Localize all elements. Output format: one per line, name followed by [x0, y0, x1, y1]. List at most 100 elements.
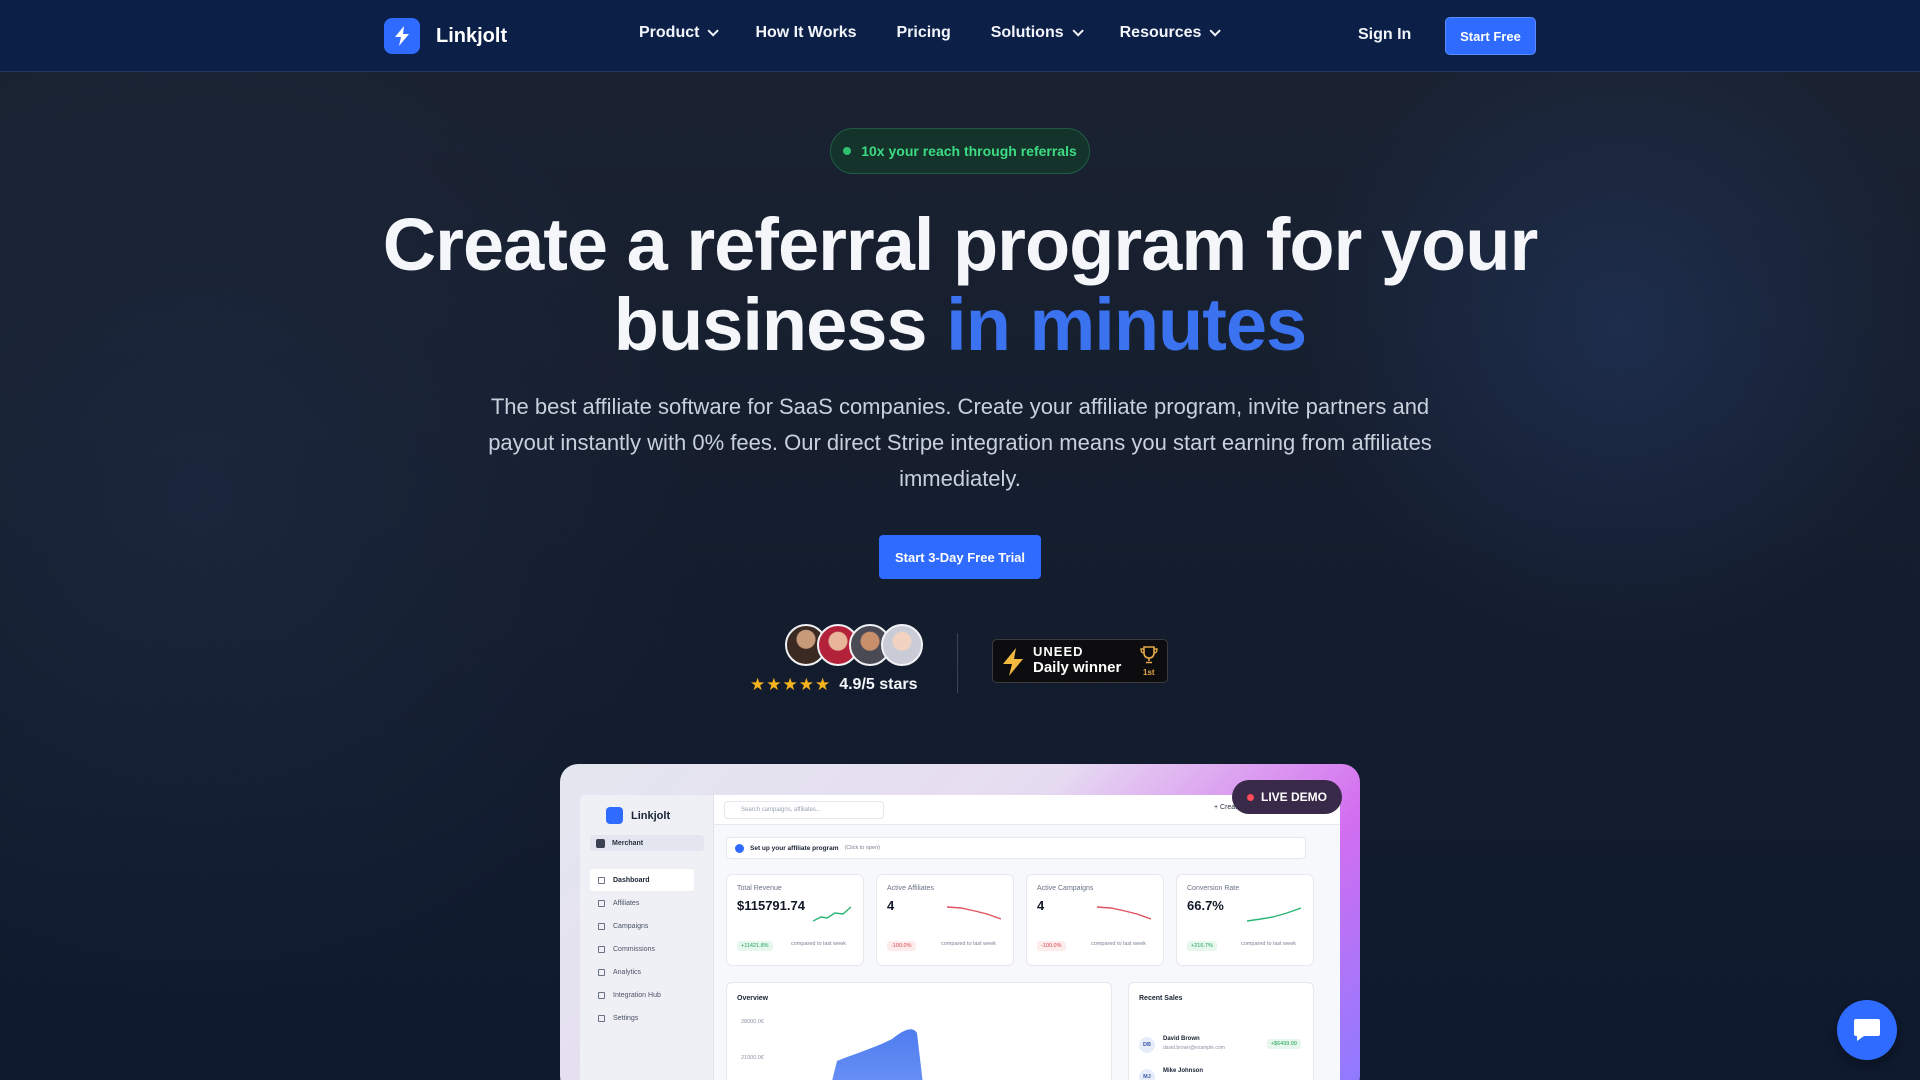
chat-launcher-button[interactable]	[1837, 1000, 1897, 1060]
stat-label: Active Campaigns	[1037, 885, 1094, 892]
list-item[interactable]: MJ Mike Johnson	[1139, 1067, 1305, 1080]
badge-brand: UNEED	[1033, 644, 1084, 659]
chevron-down-icon	[1209, 25, 1222, 37]
uneed-daily-winner-badge[interactable]: UNEED Daily winner 1st	[992, 639, 1168, 683]
sparkline-up	[1247, 907, 1301, 922]
setup-banner[interactable]: Set up your affiliate program (Click to …	[726, 837, 1306, 859]
headline-line2: business	[613, 283, 947, 366]
sparkline-up	[813, 906, 851, 922]
demo-brand-name: Linkjolt	[631, 809, 671, 822]
sidebar-item-dashboard[interactable]: Dashboard	[590, 869, 694, 891]
users-icon	[598, 899, 605, 907]
y-axis-label: 21000.0€	[741, 1055, 764, 1061]
lightning-bolt-icon	[606, 807, 623, 824]
stat-compare: compared to last week	[791, 941, 847, 947]
dollar-icon	[598, 945, 605, 953]
avatar: DB	[1139, 1037, 1155, 1053]
stat-compare: compared to last week	[1091, 941, 1147, 947]
brand-name: Linkjolt	[436, 24, 508, 47]
sidebar-item-label: Analytics	[613, 968, 642, 976]
nav-resources[interactable]: Resources	[1120, 24, 1222, 42]
hero-subtext: The best affiliate software for SaaS com…	[488, 394, 1432, 491]
gear-icon	[598, 1014, 605, 1022]
info-icon	[735, 843, 744, 853]
trophy-icon	[1140, 646, 1158, 664]
stat-label: Active Affiliates	[887, 885, 934, 892]
nav-product-label: Product	[639, 24, 700, 41]
sale-amount: +$6499.99	[1266, 1039, 1301, 1049]
dashboard-preview[interactable]: Linkjolt Merchant Dashboard Affiliates C…	[580, 795, 1340, 1080]
setup-title: Set up your affiliate program	[750, 844, 839, 852]
badge-rank: 1st	[1143, 668, 1155, 677]
sidebar-item-label: Campaigns	[613, 922, 649, 930]
nav-pricing-label: Pricing	[896, 24, 951, 41]
nav-product[interactable]: Product	[639, 24, 720, 42]
sidebar-item-analytics[interactable]: Analytics	[590, 961, 694, 983]
live-demo-badge[interactable]: LIVE DEMO	[1232, 780, 1342, 814]
divider	[957, 633, 958, 693]
stat-change: -100.0%	[887, 941, 916, 951]
hero-headline: Create a referral program for your busin…	[300, 205, 1620, 365]
referral-reach-pill: 10x your reach through referrals	[830, 128, 1090, 174]
avatar	[881, 624, 923, 666]
status-dot-icon	[843, 147, 852, 155]
chevron-down-icon	[1072, 25, 1084, 37]
sidebar-item-label: Integration Hub	[613, 991, 661, 999]
nav-how-it-works-label: How It Works	[755, 24, 857, 41]
merchant-label: Merchant	[612, 839, 644, 847]
headline-line1: Create a referral program for your	[382, 203, 1539, 286]
sidebar-item-label: Settings	[613, 1014, 639, 1022]
sidebar-item-campaigns[interactable]: Campaigns	[590, 915, 694, 937]
nav-solutions[interactable]: Solutions	[991, 24, 1084, 42]
stat-label: Total Revenue	[737, 885, 782, 892]
start-trial-button[interactable]: Start 3-Day Free Trial	[879, 535, 1041, 579]
live-dot-icon	[1246, 793, 1254, 801]
list-item[interactable]: DB David Brown david.brown@example.com +…	[1139, 1035, 1305, 1057]
recent-sales-panel: Recent Sales DB David Brown david.brown@…	[1128, 982, 1314, 1080]
demo-sidebar: Linkjolt Merchant Dashboard Affiliates C…	[580, 795, 714, 1080]
code-icon	[598, 991, 605, 999]
link-icon	[598, 922, 605, 930]
live-demo-label: LIVE DEMO	[1260, 790, 1327, 804]
brand-logo[interactable]: Linkjolt	[384, 18, 507, 54]
chat-bubble-icon	[1854, 1019, 1880, 1041]
sidebar-item-label: Affiliates	[613, 899, 640, 907]
nav-pricing[interactable]: Pricing	[897, 24, 951, 42]
bar-chart-icon	[598, 968, 605, 976]
sidebar-item-label: Commissions	[613, 945, 656, 953]
sale-customer-name: Mike Johnson	[1163, 1068, 1204, 1074]
sidebar-item-affiliates[interactable]: Affiliates	[590, 892, 694, 914]
start-free-button[interactable]: Start Free	[1445, 17, 1536, 55]
overview-title: Overview	[737, 995, 769, 1002]
lightning-bolt-icon	[384, 18, 420, 54]
rating-text: 4.9/5 stars	[839, 676, 918, 693]
sidebar-item-settings[interactable]: Settings	[590, 1007, 694, 1029]
sparkline-down	[947, 906, 1001, 920]
headline-accent: in minutes	[946, 283, 1307, 366]
nav-how-it-works[interactable]: How It Works	[755, 24, 856, 42]
sidebar-item-integration-hub[interactable]: Integration Hub	[590, 984, 694, 1006]
stat-change: +216.7%	[1187, 941, 1217, 951]
demo-nav: Dashboard Affiliates Campaigns Commissio…	[590, 869, 694, 1030]
stat-compare: compared to last week	[941, 941, 997, 947]
stat-card-revenue: Total Revenue $115791.74 +11421.8% compa…	[726, 874, 864, 966]
pill-text: 10x your reach through referrals	[861, 143, 1077, 159]
demo-search-input[interactable]: Search campaigns, affiliates...	[724, 801, 884, 819]
stat-card-affiliates: Active Affiliates 4 -100.0% compared to …	[876, 874, 1014, 966]
stat-change: -100.0%	[1037, 941, 1066, 951]
stat-card-conversion: Conversion Rate 66.7% +216.7% compared t…	[1176, 874, 1314, 966]
revenue-area-chart	[832, 1029, 923, 1080]
sparkline-down	[1097, 906, 1151, 920]
lightning-bolt-icon	[1003, 648, 1023, 676]
sign-in-link[interactable]: Sign In	[1358, 26, 1411, 44]
star-icons: ★★★★★	[750, 675, 832, 694]
store-icon	[596, 838, 605, 848]
badge-title: Daily winner	[1033, 659, 1122, 676]
merchant-switcher[interactable]: Merchant	[590, 835, 704, 851]
sidebar-item-commissions[interactable]: Commissions	[590, 938, 694, 960]
customer-avatars	[785, 624, 923, 666]
top-navbar: Linkjolt Product How It Works Pricing So…	[0, 0, 1920, 72]
sale-customer-name: David Brown	[1163, 1036, 1200, 1042]
stat-change: +11421.8%	[737, 941, 773, 951]
setup-hint: (Click to open)	[844, 845, 880, 851]
